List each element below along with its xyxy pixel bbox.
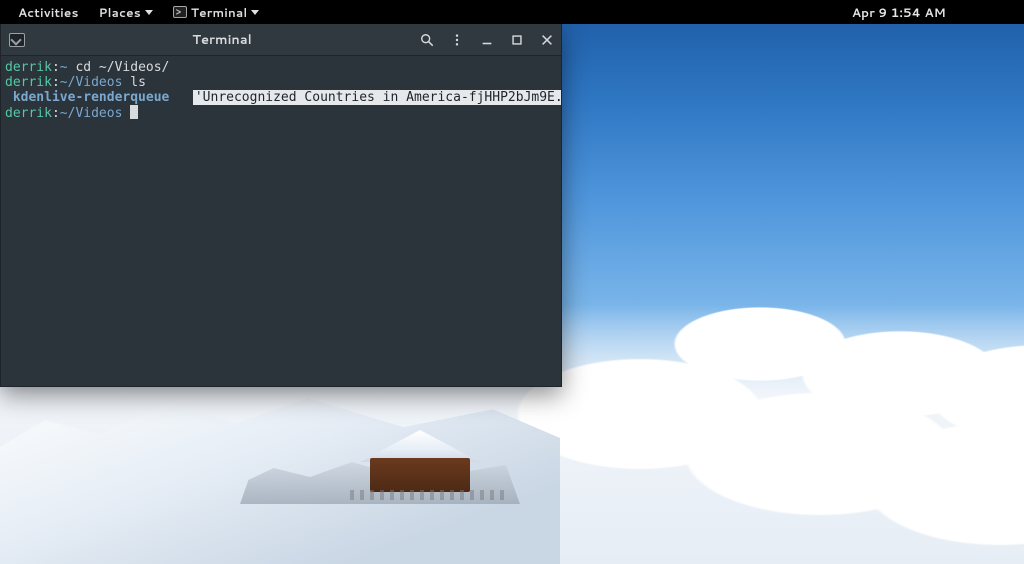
- search-button[interactable]: [419, 32, 435, 48]
- clock-label: Apr 9 1:54 AM: [852, 4, 946, 21]
- cmd-text: ls: [122, 75, 145, 90]
- cmd-text: cd ~/Videos/: [68, 60, 170, 75]
- cmd-text: [122, 106, 130, 121]
- terminal-icon: [9, 33, 25, 47]
- places-label: Places: [99, 4, 141, 21]
- clock-button[interactable]: Apr 9 1:54 AM: [842, 4, 956, 21]
- activities-label: Activities: [18, 4, 79, 21]
- terminal-window: Terminal derrik:~ cd ~/Videos/: [0, 24, 562, 387]
- window-titlebar[interactable]: Terminal: [1, 24, 561, 56]
- maximize-icon: [510, 33, 524, 47]
- ls-gap: [177, 90, 193, 105]
- prompt-path: ~: [60, 60, 68, 75]
- app-menu[interactable]: Terminal: [163, 4, 270, 21]
- minimize-button[interactable]: [479, 32, 495, 48]
- search-icon: [420, 33, 434, 47]
- desktop-wallpaper: Activities Places Terminal Apr 9 1:54 AM…: [0, 0, 1024, 564]
- prompt-path: ~/Videos: [60, 106, 123, 121]
- activities-button[interactable]: Activities: [8, 4, 89, 21]
- kebab-icon: [450, 33, 464, 47]
- prompt-user: derrik: [5, 75, 52, 90]
- ls-directory: kdenlive-renderqueue: [5, 90, 177, 105]
- terminal-cursor: [130, 105, 138, 119]
- maximize-button[interactable]: [509, 32, 525, 48]
- gnome-topbar: Activities Places Terminal Apr 9 1:54 AM: [0, 0, 1024, 24]
- prompt-sep: :: [52, 60, 60, 75]
- prompt-sep: :: [52, 75, 60, 90]
- terminal-icon: [173, 6, 187, 18]
- chevron-down-icon: [251, 10, 259, 15]
- chevron-down-icon: [145, 10, 153, 15]
- prompt-user: derrik: [5, 60, 52, 75]
- close-button[interactable]: [539, 32, 555, 48]
- prompt-path: ~/Videos: [60, 75, 123, 90]
- titlebar-buttons: [419, 32, 555, 48]
- prompt-sep: :: [52, 106, 60, 121]
- app-menu-label: Terminal: [191, 4, 248, 21]
- ls-file-selected[interactable]: 'Unrecognized Countries in America-fjHHP…: [193, 90, 561, 105]
- menu-button[interactable]: [449, 32, 465, 48]
- minimize-icon: [480, 33, 494, 47]
- close-icon: [540, 33, 554, 47]
- places-menu[interactable]: Places: [89, 4, 163, 21]
- terminal-viewport[interactable]: derrik:~ cd ~/Videos/ derrik:~/Videos ls…: [1, 56, 561, 386]
- wallpaper-cabin: [360, 426, 480, 492]
- prompt-user: derrik: [5, 106, 52, 121]
- window-title: Terminal: [25, 31, 419, 49]
